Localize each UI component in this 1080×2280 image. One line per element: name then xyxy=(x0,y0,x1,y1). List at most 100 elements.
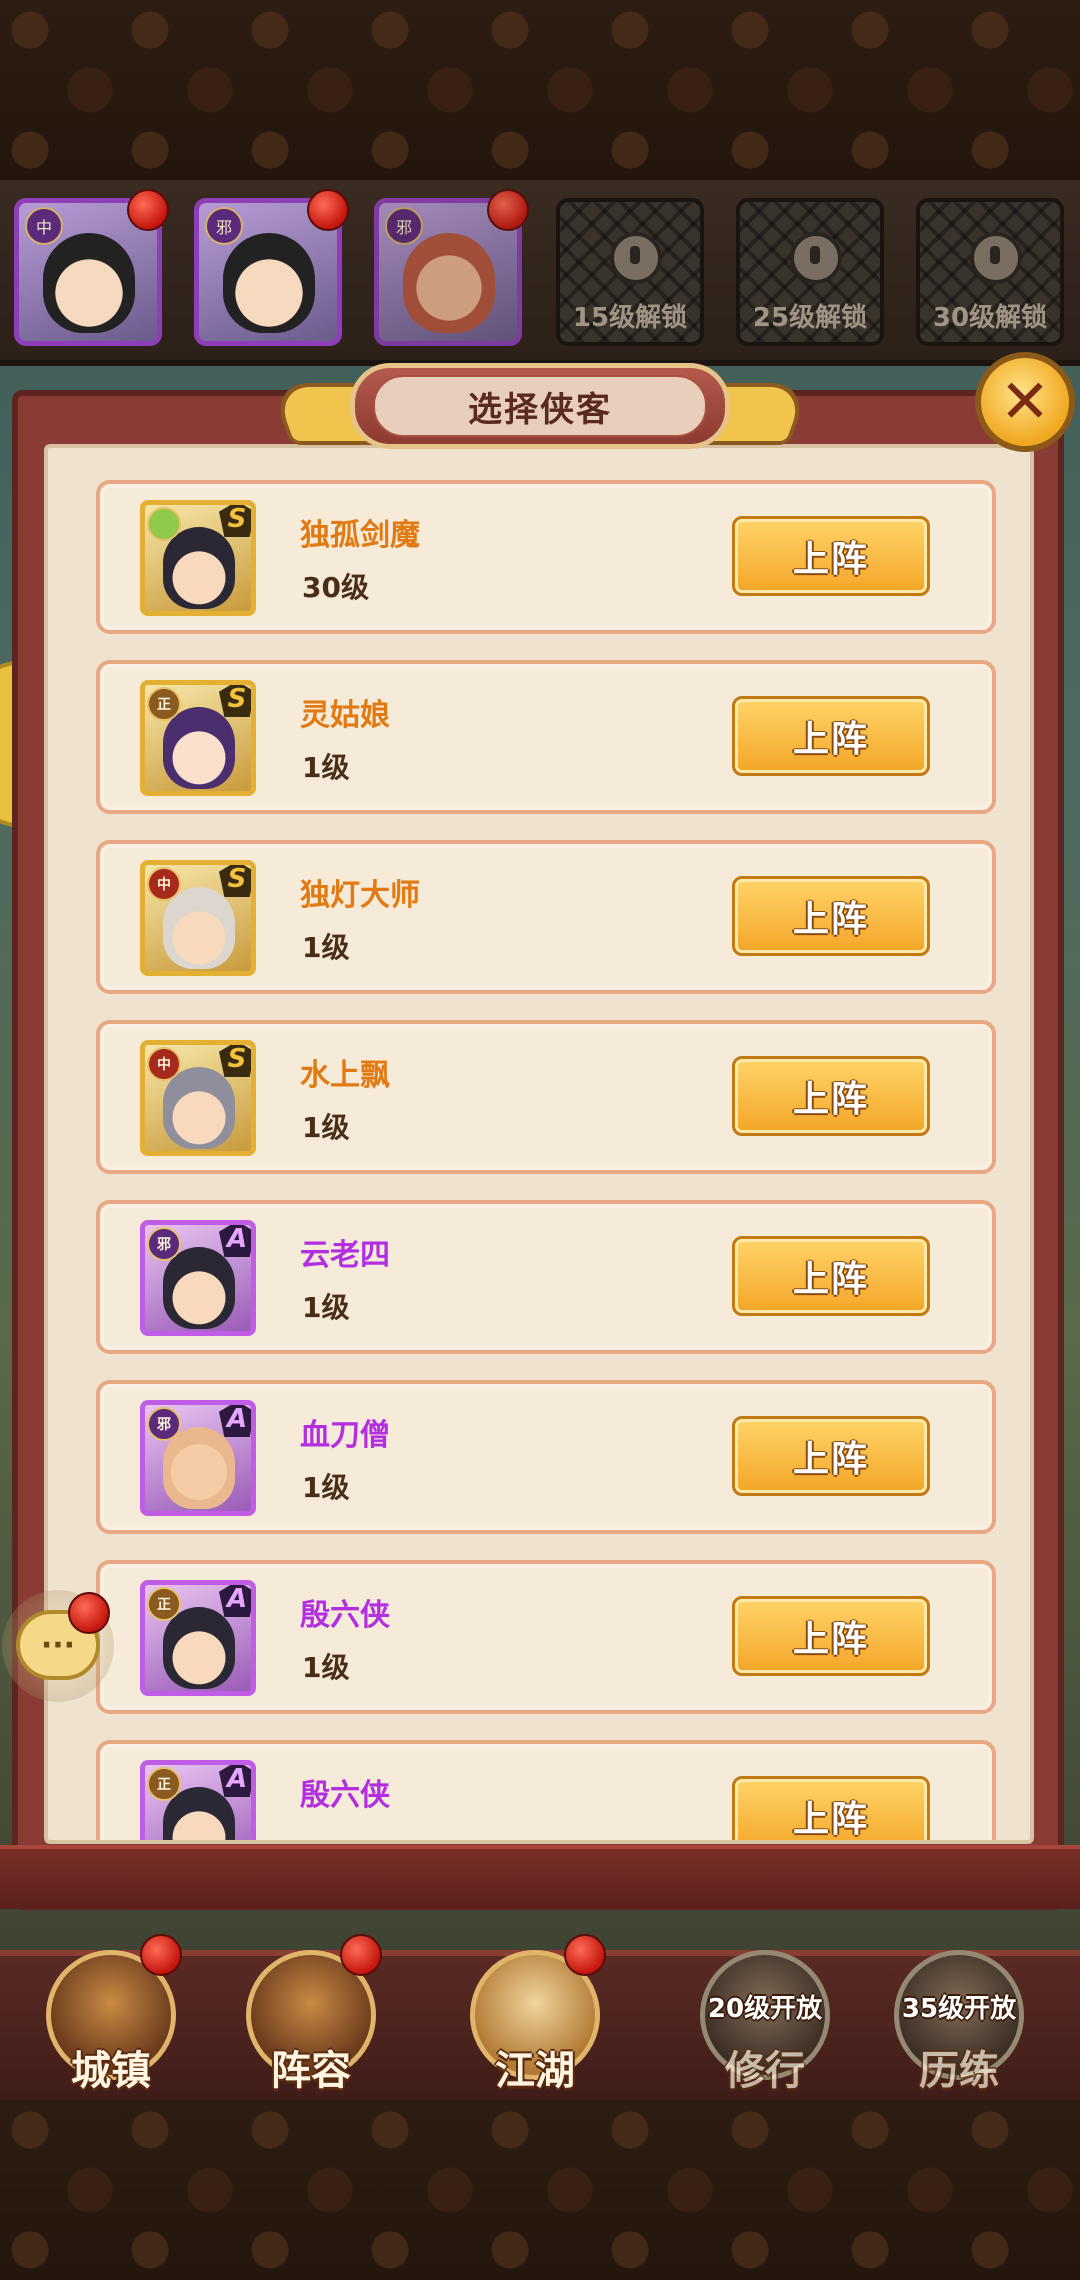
deploy-button[interactable]: 上阵 xyxy=(732,876,930,956)
lineup-slot-4-locked[interactable]: 15级解锁 xyxy=(556,198,704,346)
open-requirement: 20级开放 xyxy=(707,1994,823,2024)
hero-portrait xyxy=(163,1067,235,1149)
hero-avatar[interactable]: 中 S xyxy=(140,860,256,976)
faction-badge: 正 xyxy=(147,1767,181,1801)
rank-badge: S xyxy=(219,865,251,897)
top-decor xyxy=(0,0,1080,180)
hero-name: 独孤剑魔 xyxy=(300,518,420,553)
deploy-button[interactable]: 上阵 xyxy=(732,696,930,776)
hero-portrait xyxy=(163,1427,235,1509)
hero-name: 血刀僧 xyxy=(300,1418,390,1453)
faction-badge: 邪 xyxy=(147,1227,181,1261)
deploy-button[interactable]: 上阵 xyxy=(732,1056,930,1136)
nav-lineup[interactable]: 阵容 xyxy=(236,1930,386,2100)
rank-badge: S xyxy=(219,1045,251,1077)
faction-badge: 中 xyxy=(147,867,181,901)
lineup-slot-6-locked[interactable]: 30级解锁 xyxy=(916,198,1064,346)
lock-icon xyxy=(970,232,1022,284)
hero-level: 1级 xyxy=(302,1291,350,1324)
hero-portrait xyxy=(163,527,235,609)
panel-title: 选择侠客 xyxy=(373,375,707,437)
deploy-button[interactable]: 上阵 xyxy=(732,1236,930,1316)
deploy-button[interactable]: 上阵 xyxy=(732,1596,930,1676)
faction-badge: 正 xyxy=(147,1587,181,1621)
hero-portrait xyxy=(403,233,495,333)
hero-card: 正 S 灵姑娘 1级 上阵 xyxy=(96,660,996,814)
plaque-body: 选择侠客 xyxy=(350,363,730,449)
nav-jianghu[interactable]: 江湖 xyxy=(460,1930,610,2100)
hero-name: 独灯大师 xyxy=(300,878,420,913)
open-requirement: 35级开放 xyxy=(901,1994,1017,2024)
notification-dot xyxy=(68,1592,110,1634)
notification-dot xyxy=(564,1934,606,1976)
hero-avatar[interactable]: 邪 A xyxy=(140,1220,256,1336)
hero-portrait xyxy=(163,887,235,969)
faction-badge: 中 xyxy=(25,207,63,245)
faction-badge xyxy=(147,507,181,541)
chat-dots: ··· xyxy=(40,1627,76,1663)
nav-town[interactable]: 城镇 xyxy=(36,1930,186,2100)
nav-label: 修行 xyxy=(725,2048,805,2094)
hero-card: 正 A 殷六侠 1级 上阵 xyxy=(96,1560,996,1714)
notification-dot xyxy=(140,1934,182,1976)
rank-badge: A xyxy=(219,1405,251,1437)
hero-avatar[interactable]: 正 S xyxy=(140,680,256,796)
hero-avatar[interactable]: S xyxy=(140,500,256,616)
hero-portrait xyxy=(223,233,315,333)
hero-name: 灵姑娘 xyxy=(300,698,390,733)
hero-portrait xyxy=(163,707,235,789)
chat-button[interactable]: ··· xyxy=(2,1590,114,1702)
hero-select-panel: S 独孤剑魔 30级 上阵 正 S 灵姑娘 1级 上阵 中 S 独灯大师 1级 … xyxy=(44,444,1034,1844)
nav-training-locked[interactable]: 20级开放 修行 xyxy=(690,1930,840,2100)
hero-avatar[interactable]: 正 A xyxy=(140,1580,256,1696)
hero-name: 云老四 xyxy=(300,1238,390,1273)
rank-badge: A xyxy=(219,1225,251,1257)
rank-badge: A xyxy=(219,1585,251,1617)
unlock-requirement: 30级解锁 xyxy=(932,303,1048,333)
hero-name: 殷六侠 xyxy=(300,1598,390,1633)
close-button[interactable]: ✕ xyxy=(975,352,1075,452)
deploy-button[interactable]: 上阵 xyxy=(732,516,930,596)
lineup-slot-2[interactable]: 邪 xyxy=(194,189,349,346)
panel-bottom-rail xyxy=(0,1845,1080,1909)
hero-level: 1级 xyxy=(302,931,350,964)
lineup-slot-5-locked[interactable]: 25级解锁 xyxy=(736,198,884,346)
hero-portrait xyxy=(163,1247,235,1329)
hero-card: 中 S 独灯大师 1级 上阵 xyxy=(96,840,996,994)
hero-portrait xyxy=(163,1607,235,1689)
nav-label: 历练 xyxy=(919,2048,999,2094)
nav-label: 城镇 xyxy=(71,2048,151,2094)
nav-label: 阵容 xyxy=(271,2048,351,2094)
unlock-requirement: 15级解锁 xyxy=(572,303,688,333)
faction-badge: 中 xyxy=(147,1047,181,1081)
hero-avatar[interactable]: 中 S xyxy=(140,1040,256,1156)
lineup-slot-1[interactable]: 中 xyxy=(14,189,169,346)
nav-label: 江湖 xyxy=(495,2048,575,2094)
nav-trial-locked[interactable]: 35级开放 历练 xyxy=(884,1930,1034,2100)
deploy-button[interactable]: 上阵 xyxy=(732,1776,930,1840)
unlock-requirement: 25级解锁 xyxy=(752,303,868,333)
hero-card: 正 A 殷六侠 上阵 xyxy=(96,1740,996,1840)
lineup-slot-3[interactable]: 邪 xyxy=(374,189,529,346)
faction-badge: 邪 xyxy=(205,207,243,245)
hero-avatar[interactable]: 正 A xyxy=(140,1760,256,1840)
faction-badge: 邪 xyxy=(385,207,423,245)
rank-badge: A xyxy=(219,1765,251,1797)
lock-icon xyxy=(610,232,662,284)
hero-card: 中 S 水上飘 1级 上阵 xyxy=(96,1020,996,1174)
close-icon: ✕ xyxy=(999,367,1051,437)
panel-title-plaque: 选择侠客 xyxy=(268,355,812,455)
hero-level: 1级 xyxy=(302,1111,350,1144)
faction-badge: 正 xyxy=(147,687,181,721)
hero-level: 1级 xyxy=(302,751,350,784)
bottom-decor xyxy=(0,2100,1080,2280)
hero-avatar[interactable]: 邪 A xyxy=(140,1400,256,1516)
rank-badge: S xyxy=(219,685,251,717)
hero-name: 殷六侠 xyxy=(300,1778,390,1813)
hero-level: 1级 xyxy=(302,1651,350,1684)
hero-name: 水上飘 xyxy=(300,1058,390,1093)
hero-portrait xyxy=(43,233,135,333)
deploy-button[interactable]: 上阵 xyxy=(732,1416,930,1496)
hero-card: S 独孤剑魔 30级 上阵 xyxy=(96,480,996,634)
notification-dot xyxy=(307,189,349,231)
